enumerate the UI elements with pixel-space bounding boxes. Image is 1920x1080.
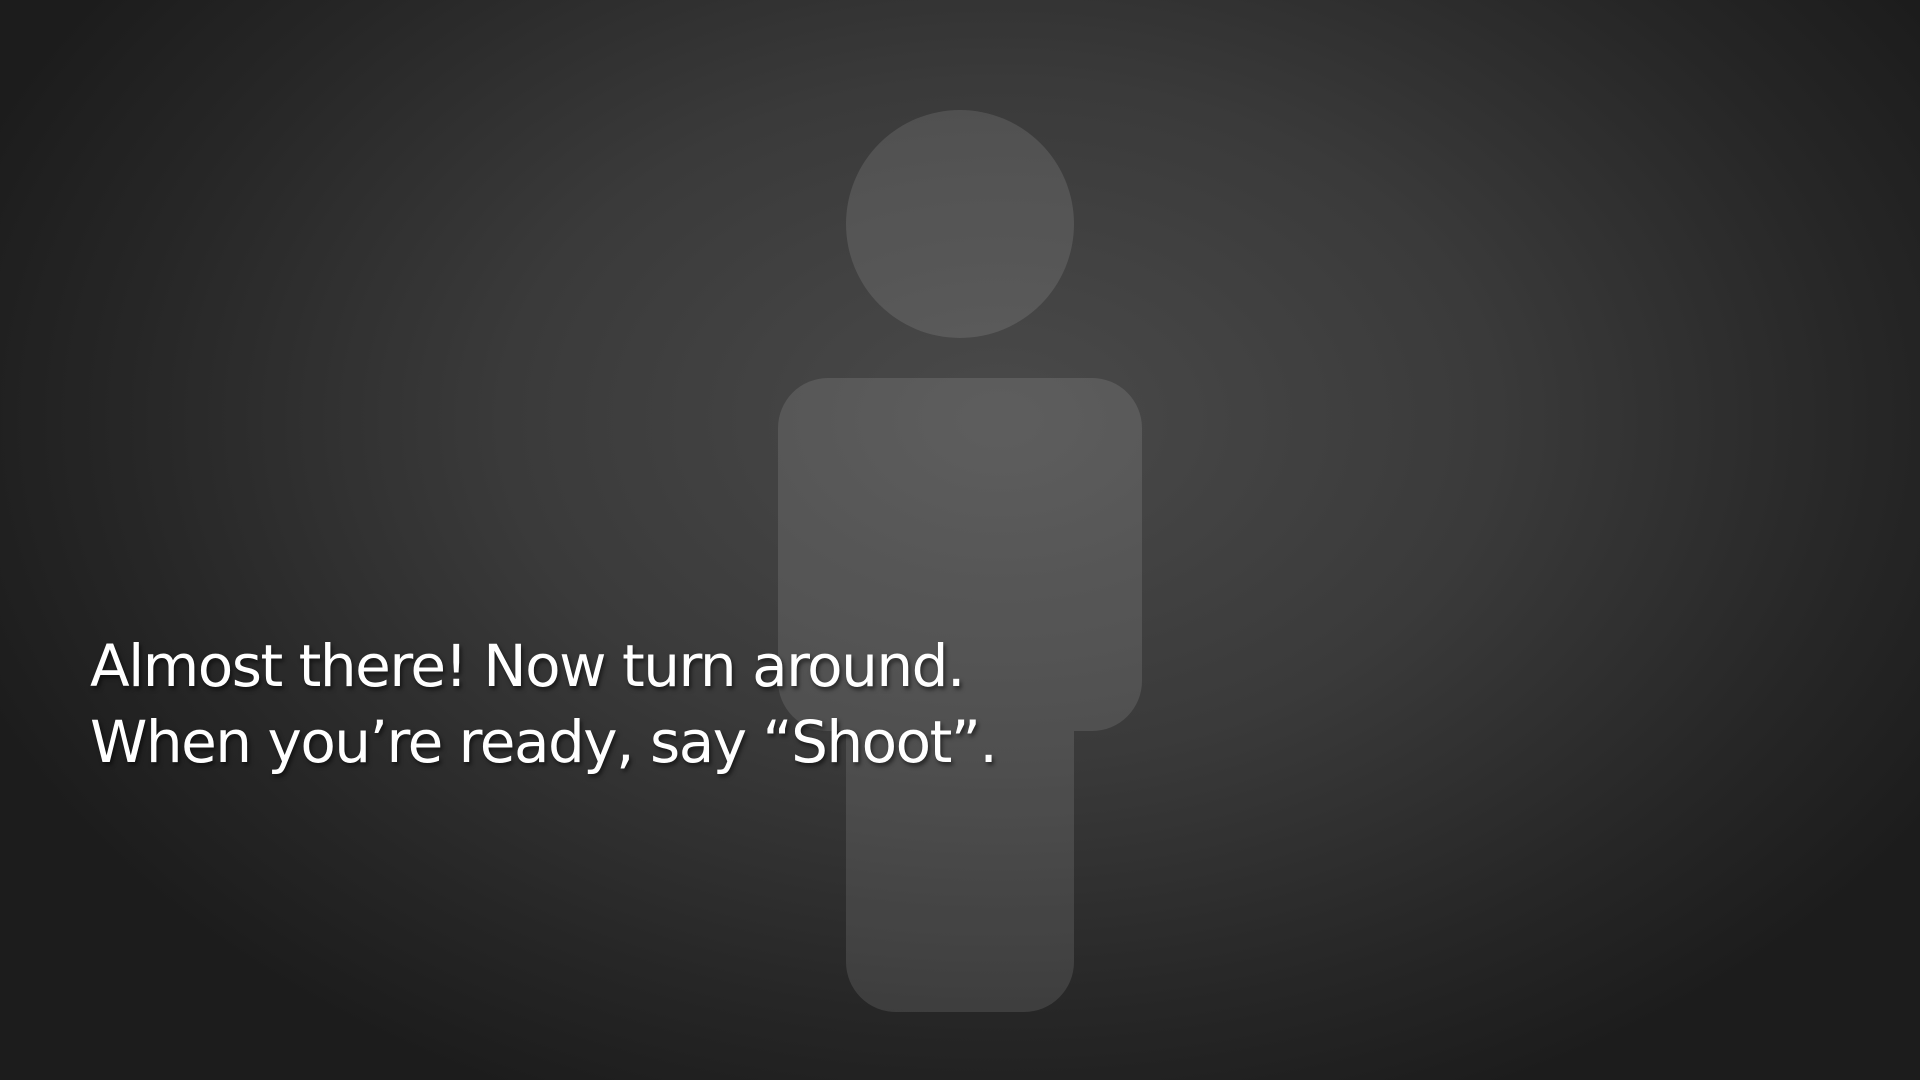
instruction-line-2: When you’re ready, say “Shoot”. — [90, 708, 998, 776]
silhouette-head — [846, 110, 1074, 338]
instruction-text: Almost there! Now turn around. When you’… — [90, 628, 998, 780]
instruction-line-1: Almost there! Now turn around. — [90, 632, 965, 700]
